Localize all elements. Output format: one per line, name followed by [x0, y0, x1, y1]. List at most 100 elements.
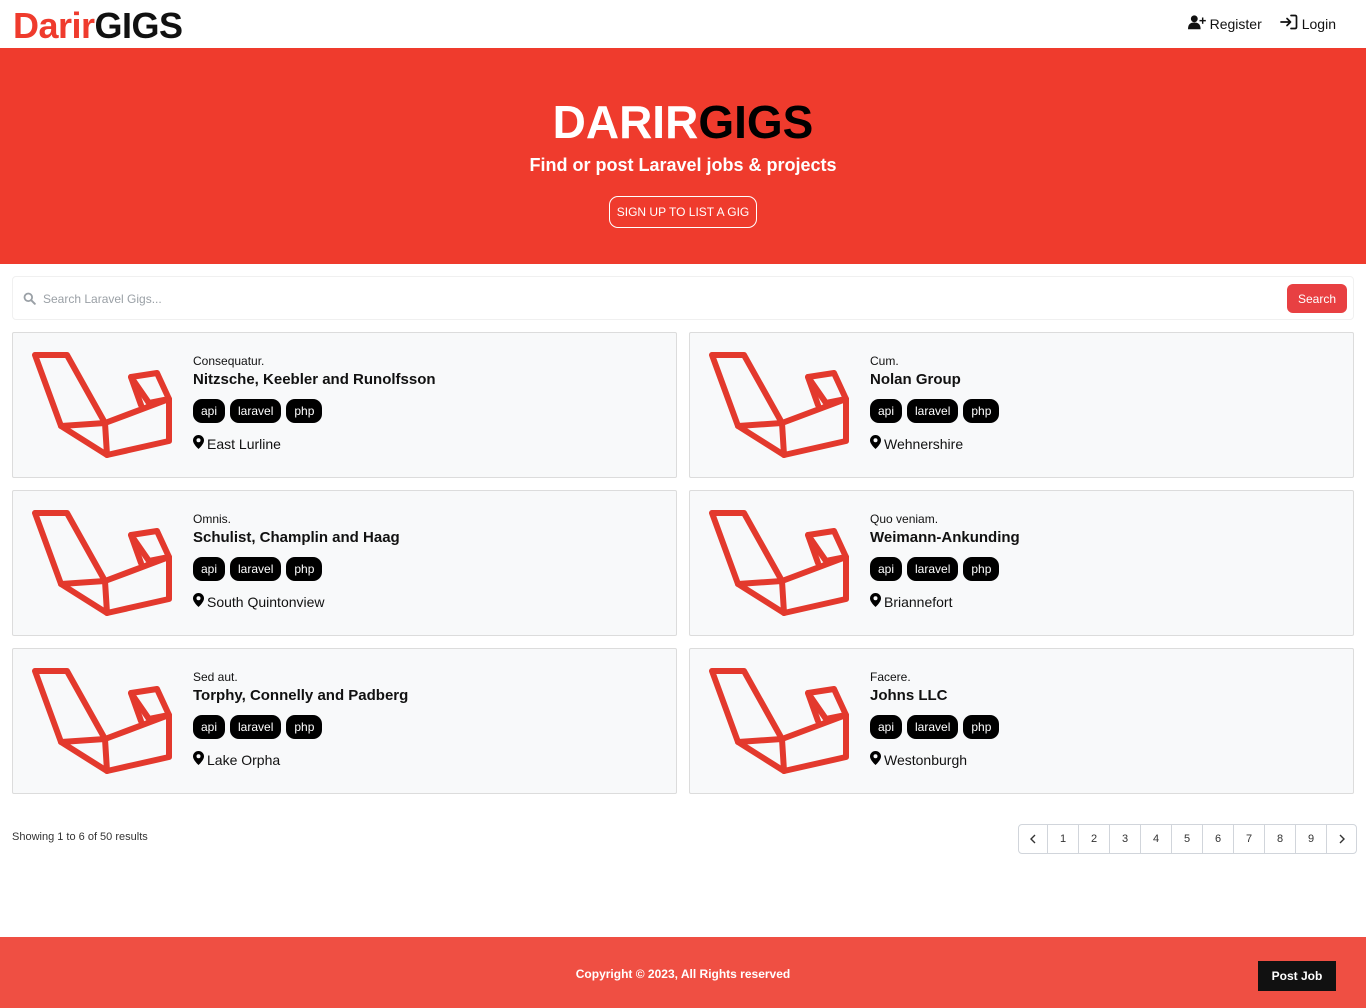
- laravel-logo-icon: [708, 509, 854, 617]
- gig-subtitle: Sed aut.: [193, 670, 238, 684]
- page-6-button[interactable]: 6: [1203, 825, 1234, 853]
- gig-company[interactable]: Nolan Group: [870, 369, 999, 391]
- tag-php[interactable]: php: [286, 399, 323, 423]
- results-count: Showing 1 to 6 of 50 results: [12, 831, 148, 843]
- laravel-logo-icon: [31, 509, 177, 617]
- site-logo[interactable]: DarirGIGS: [13, 6, 183, 46]
- register-link[interactable]: Register: [1187, 14, 1262, 33]
- tag-api[interactable]: api: [870, 399, 903, 423]
- tag-laravel[interactable]: laravel: [230, 557, 282, 581]
- gig-location-label: South Quintonview: [207, 593, 325, 610]
- tag-php[interactable]: php: [963, 715, 1000, 739]
- gig-subtitle: Cum.: [870, 354, 899, 368]
- hero-subtitle: Find or post Laravel jobs & projects: [529, 155, 837, 175]
- page-3-button[interactable]: 3: [1110, 825, 1141, 853]
- next-page-button[interactable]: [1327, 825, 1356, 853]
- gig-tags: api laravel php: [193, 399, 436, 423]
- gig-company[interactable]: Torphy, Connelly and Padberg: [193, 685, 408, 707]
- page-5-button[interactable]: 5: [1172, 825, 1203, 853]
- hero-banner: DARIRGIGS Find or post Laravel jobs & pr…: [0, 48, 1366, 264]
- gig-card[interactable]: Omnis. Schulist, Champlin and Haag api la…: [12, 490, 677, 636]
- tag-laravel[interactable]: laravel: [907, 399, 959, 423]
- page-8-button[interactable]: 8: [1265, 825, 1296, 853]
- gig-location: Westonburgh: [870, 751, 999, 768]
- tag-laravel[interactable]: laravel: [230, 399, 282, 423]
- map-pin-icon: [870, 593, 881, 610]
- gig-company[interactable]: Weimann-Ankunding: [870, 527, 1020, 549]
- hero-title-part2: GIGS: [698, 96, 814, 148]
- gig-card[interactable]: Consequatur. Nitzsche, Keebler and Runol…: [12, 332, 677, 478]
- gig-subtitle: Facere.: [870, 670, 911, 684]
- gig-location-label: East Lurline: [207, 435, 281, 452]
- gig-card-body: Facere. Johns LLC api laravel php Westonbu…: [870, 669, 1000, 768]
- nav-links: Register Login: [1187, 14, 1336, 33]
- tag-php[interactable]: php: [286, 557, 323, 581]
- page-1-button[interactable]: 1: [1048, 825, 1079, 853]
- footer: Copyright © 2023, All Rights reserved Po…: [0, 937, 1366, 1008]
- register-label: Register: [1209, 15, 1262, 32]
- signup-list-gig-button[interactable]: SIGN UP TO LIST A GIG: [609, 196, 757, 228]
- chevron-right-icon: [1338, 834, 1346, 847]
- post-job-button[interactable]: Post Job: [1258, 961, 1336, 991]
- navbar: DarirGIGS Register Login: [0, 0, 1366, 48]
- search-button[interactable]: Search: [1287, 284, 1347, 313]
- pagination: 1 2 3 4 5 6 7 8 9: [1018, 824, 1357, 854]
- gig-card[interactable]: Quo veniam. Weimann-Ankunding api laravel…: [689, 490, 1354, 636]
- chevron-left-icon: [1029, 834, 1037, 847]
- tag-laravel[interactable]: laravel: [907, 715, 959, 739]
- gig-tags: api laravel php: [870, 715, 1000, 739]
- map-pin-icon: [193, 751, 204, 768]
- user-plus-icon: [1187, 14, 1206, 33]
- page-2-button[interactable]: 2: [1079, 825, 1110, 853]
- hero-title: DARIRGIGS: [0, 96, 1366, 148]
- sign-in-icon: [1279, 14, 1298, 33]
- gig-company[interactable]: Schulist, Champlin and Haag: [193, 527, 400, 549]
- gig-card-body: Omnis. Schulist, Champlin and Haag api la…: [193, 511, 400, 610]
- gig-card-body: Sed aut. Torphy, Connelly and Padberg ap…: [193, 669, 408, 768]
- gig-subtitle: Omnis.: [193, 512, 232, 526]
- page-7-button[interactable]: 7: [1234, 825, 1265, 853]
- laravel-logo-icon: [708, 667, 854, 775]
- tag-laravel[interactable]: laravel: [230, 715, 282, 739]
- tag-api[interactable]: api: [870, 557, 903, 581]
- gig-tags: api laravel php: [870, 557, 1020, 581]
- gig-card[interactable]: Facere. Johns LLC api laravel php Westonbu…: [689, 648, 1354, 794]
- search-input[interactable]: [43, 285, 1243, 313]
- gig-card[interactable]: Cum. Nolan Group api laravel php Wehnershi…: [689, 332, 1354, 478]
- tag-php[interactable]: php: [963, 557, 1000, 581]
- tag-api[interactable]: api: [193, 557, 226, 581]
- gig-tags: api laravel php: [193, 557, 400, 581]
- gig-location-label: Lake Orpha: [207, 751, 281, 768]
- tag-api[interactable]: api: [193, 715, 226, 739]
- gig-location: Briannefort: [870, 593, 1020, 610]
- gig-location-label: Briannefort: [884, 593, 953, 610]
- gig-location-label: Westonburgh: [884, 751, 968, 768]
- laravel-logo-icon: [31, 667, 177, 775]
- gig-location: East Lurline: [193, 435, 436, 452]
- page-4-button[interactable]: 4: [1141, 825, 1172, 853]
- laravel-logo-icon: [708, 351, 854, 459]
- login-link[interactable]: Login: [1279, 14, 1336, 33]
- map-pin-icon: [870, 435, 881, 452]
- tag-php[interactable]: php: [286, 715, 323, 739]
- page-9-button[interactable]: 9: [1296, 825, 1327, 853]
- tag-laravel[interactable]: laravel: [907, 557, 959, 581]
- search-icon: [23, 292, 36, 305]
- gig-card[interactable]: Sed aut. Torphy, Connelly and Padberg ap…: [12, 648, 677, 794]
- tag-api[interactable]: api: [193, 399, 226, 423]
- prev-page-button[interactable]: [1019, 825, 1048, 853]
- login-label: Login: [1301, 15, 1336, 32]
- gig-location: South Quintonview: [193, 593, 400, 610]
- gig-tags: api laravel php: [193, 715, 408, 739]
- logo-part1: Darir: [13, 5, 95, 46]
- gig-location-label: Wehnershire: [884, 435, 964, 452]
- gig-location: Lake Orpha: [193, 751, 408, 768]
- gig-company[interactable]: Johns LLC: [870, 685, 999, 707]
- tag-api[interactable]: api: [870, 715, 903, 739]
- gig-subtitle: Consequatur.: [193, 354, 265, 368]
- gig-company[interactable]: Nitzsche, Keebler and Runolfsson: [193, 369, 436, 391]
- gig-card-body: Cum. Nolan Group api laravel php Wehnershi…: [870, 353, 1000, 452]
- tag-php[interactable]: php: [963, 399, 1000, 423]
- copyright-text: Copyright © 2023, All Rights reserved: [575, 967, 791, 981]
- gig-subtitle: Quo veniam.: [870, 512, 939, 526]
